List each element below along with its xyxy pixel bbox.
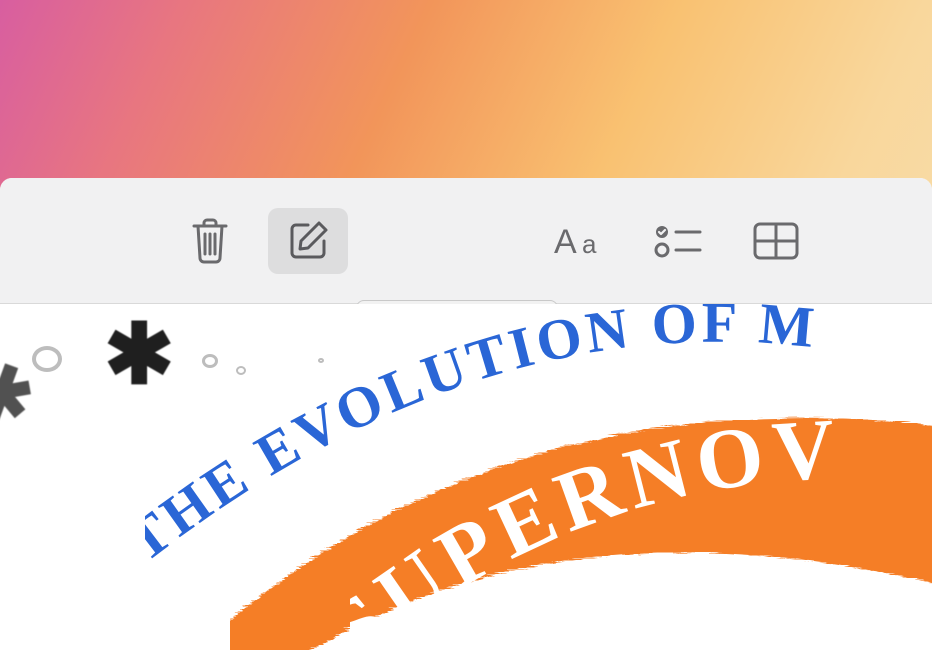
svg-text:SUPERNOV: SUPERNOV xyxy=(350,400,844,650)
doodle-circle xyxy=(202,354,218,368)
arc-heading-text: THE EVOLUTION OF M xyxy=(145,304,821,574)
doodle-circle xyxy=(236,366,246,375)
swoosh-heading-text: SUPERNOV xyxy=(350,400,844,650)
toolbar: A a xyxy=(0,178,932,304)
checklist-button[interactable] xyxy=(638,208,718,274)
svg-text:THE EVOLUTION OF M: THE EVOLUTION OF M xyxy=(145,304,821,574)
format-icon: A a xyxy=(552,221,608,261)
trash-icon xyxy=(190,218,230,264)
arc-heading: THE EVOLUTION OF M xyxy=(145,304,932,650)
table-icon xyxy=(753,222,799,260)
svg-text:a: a xyxy=(582,229,597,259)
svg-text:A: A xyxy=(554,223,577,261)
doodle-circle xyxy=(32,346,62,372)
note-body[interactable]: ✱ ✱ THE EVOLUTION OF M xyxy=(0,304,932,650)
delete-button[interactable] xyxy=(170,208,250,274)
format-button[interactable]: A a xyxy=(540,208,620,274)
compose-icon xyxy=(286,219,330,263)
brush-swoosh xyxy=(230,342,932,650)
doodle-dot xyxy=(318,358,324,363)
swoosh-heading: SUPERNOV xyxy=(350,374,932,650)
table-button[interactable] xyxy=(736,208,816,274)
doodle-star: ✱ xyxy=(104,314,174,398)
checklist-icon xyxy=(654,224,702,258)
desktop-wallpaper: A a xyxy=(0,0,932,650)
compose-button[interactable] xyxy=(268,208,348,274)
app-window: A a xyxy=(0,178,932,650)
